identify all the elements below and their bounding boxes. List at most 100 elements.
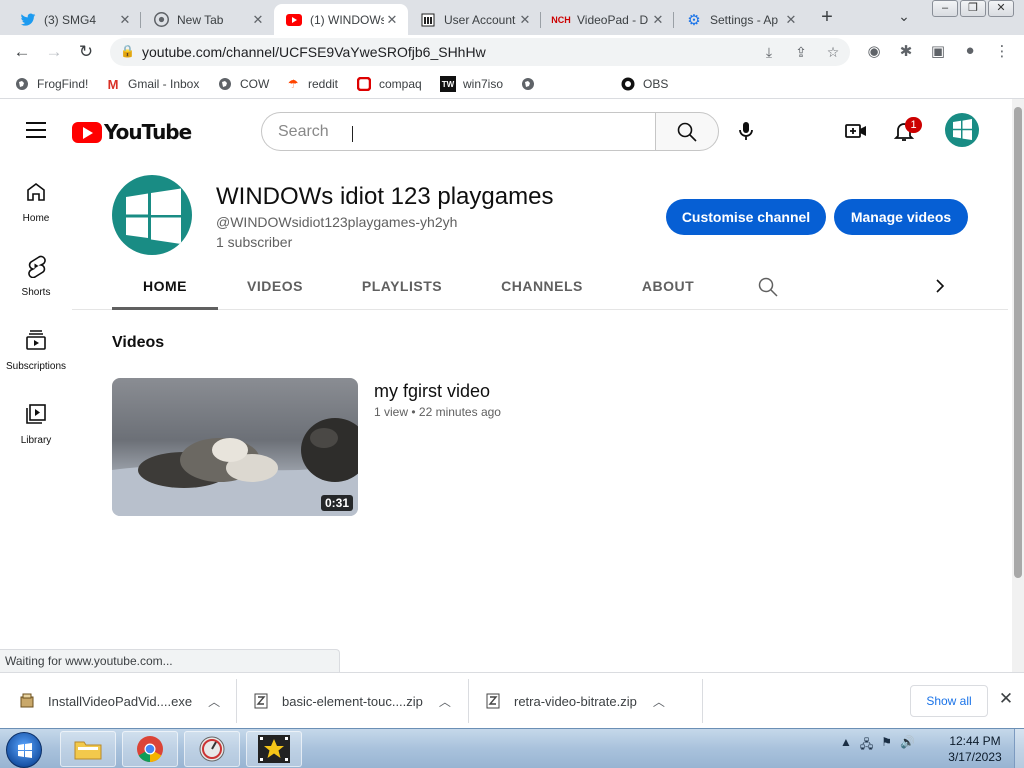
bookmark-label: OBS	[643, 77, 669, 91]
status-bubble: Waiting for www.youtube.com...	[0, 649, 340, 672]
close-icon[interactable]: ✕	[783, 12, 799, 28]
bookmark-obs[interactable]: OBS	[620, 76, 668, 92]
meta-dot: •	[411, 405, 419, 419]
guide-item-shorts[interactable]: Shorts	[0, 254, 72, 298]
download-item[interactable]: basic-element-touc....zip ︿	[252, 679, 451, 723]
tab-playlists[interactable]: PLAYLISTS	[350, 262, 454, 310]
channel-tabs: HOME VIDEOS PLAYLISTS CHANNELS ABOUT	[72, 262, 1008, 310]
bookmark-item[interactable]	[520, 76, 543, 92]
address-bar[interactable]: 🔒 youtube.com/channel/UCFSE9VaYweSROfjb6…	[110, 38, 850, 66]
chrome-taskbar-button[interactable]	[122, 731, 178, 767]
page-scrollbar[interactable]	[1012, 99, 1024, 672]
create-video-icon[interactable]	[844, 119, 868, 143]
close-icon[interactable]: ✕	[384, 12, 400, 28]
download-item[interactable]: InstallVideoPadVid....exe ︿	[18, 679, 220, 723]
extension-icon[interactable]: ◉	[864, 42, 884, 62]
chrome-icon	[137, 736, 163, 763]
library-icon	[26, 404, 46, 424]
show-desktop-button[interactable]	[1014, 729, 1024, 768]
channel-search-icon[interactable]	[758, 277, 778, 297]
reload-button[interactable]: ↻	[74, 40, 98, 64]
profile-icon[interactable]: ●	[960, 42, 980, 62]
hamburger-menu-icon[interactable]	[26, 122, 46, 138]
close-icon[interactable]: ✕	[650, 12, 666, 28]
guide-label: Shorts	[21, 287, 51, 298]
url-text: youtube.com/channel/UCFSE9VaYweSROfjb6_S…	[142, 44, 486, 60]
twitter-icon	[20, 12, 36, 28]
browser-tab[interactable]: User Account ✕	[408, 4, 541, 35]
browser-tab-active[interactable]: (1) WINDOWs ✕	[274, 4, 408, 35]
microphone-icon[interactable]	[734, 119, 758, 143]
guide-item-library[interactable]: Library	[0, 402, 72, 446]
bookmark-reddit[interactable]: ☂ reddit	[285, 76, 338, 92]
videopad-taskbar-button[interactable]	[246, 731, 302, 767]
bookmark-compaq[interactable]: compaq	[356, 76, 422, 92]
explorer-taskbar-button[interactable]	[60, 731, 116, 767]
avatar[interactable]	[945, 113, 979, 147]
taskbar-clock[interactable]: 12:44 PM 3/17/2023	[940, 733, 1010, 765]
close-icon[interactable]: ✕	[996, 689, 1016, 709]
download-shelf: InstallVideoPadVid....exe ︿ basic-elemen…	[0, 672, 1024, 728]
browser-tab[interactable]: New Tab ✕	[141, 4, 274, 35]
close-icon[interactable]: ✕	[250, 12, 266, 28]
chevron-down-icon[interactable]: ⌄	[894, 8, 914, 28]
shorts-icon	[28, 255, 46, 279]
minimize-button[interactable]: –	[932, 0, 958, 17]
video-title[interactable]: my fgirst video	[374, 381, 490, 402]
close-window-button[interactable]: ✕	[988, 0, 1014, 17]
puzzle-icon[interactable]: ✱	[896, 42, 916, 62]
bookmark-star-icon[interactable]: ☆	[824, 44, 842, 62]
scrollbar-thumb[interactable]	[1014, 107, 1022, 578]
folder-icon	[74, 741, 102, 760]
tab-videos[interactable]: VIDEOS	[228, 262, 322, 310]
install-app-icon[interactable]: ⤓	[760, 44, 778, 62]
maximize-button[interactable]: ❐	[960, 0, 986, 17]
chevron-up-icon[interactable]: ︿	[208, 693, 220, 710]
close-icon[interactable]: ✕	[517, 12, 533, 28]
bookmark-frogfind[interactable]: FrogFind!	[14, 76, 88, 92]
chevron-right-icon[interactable]	[932, 278, 948, 294]
bookmark-gmail[interactable]: M Gmail - Inbox	[105, 76, 200, 92]
manage-videos-button[interactable]: Manage videos	[834, 199, 968, 235]
tab-about[interactable]: ABOUT	[628, 262, 708, 310]
clock-time: 12:44 PM	[949, 734, 1001, 748]
browser-tab[interactable]: ⚙ Settings - Ap ✕	[674, 4, 807, 35]
network-icon[interactable]: 🖧	[860, 735, 873, 756]
bookmark-win7iso[interactable]: TW win7iso	[440, 76, 503, 92]
youtube-logo[interactable]: YouTube	[72, 120, 192, 144]
new-tab-button[interactable]: +	[814, 5, 840, 31]
guide-item-subscriptions[interactable]: Subscriptions	[0, 328, 72, 372]
search-button[interactable]	[655, 112, 719, 151]
customise-channel-button[interactable]: Customise channel	[666, 199, 826, 235]
youtube-play-icon	[72, 121, 102, 143]
show-all-button[interactable]: Show all	[910, 685, 988, 717]
search-icon	[677, 122, 697, 142]
volume-icon[interactable]: 🔊	[900, 735, 915, 756]
forward-button[interactable]: →	[42, 40, 66, 64]
start-button[interactable]	[6, 732, 42, 768]
guide-item-home[interactable]: Home	[0, 180, 72, 224]
video-thumbnail[interactable]: 0:31	[112, 378, 358, 516]
browser-tab[interactable]: (3) SMG4 ✕	[8, 4, 141, 35]
side-panel-icon[interactable]: ▣	[928, 42, 948, 62]
chevron-up-icon[interactable]: ▲	[840, 735, 852, 756]
tab-home[interactable]: HOME	[112, 262, 218, 310]
chevron-up-icon[interactable]: ︿	[439, 693, 451, 710]
chevron-up-icon[interactable]: ︿	[653, 693, 665, 710]
app-taskbar-button[interactable]	[184, 731, 240, 767]
section-title: Videos	[112, 334, 165, 351]
browser-tab[interactable]: NCH VideoPad - D ✕	[541, 4, 674, 35]
bookmark-cow[interactable]: COW	[217, 76, 269, 92]
menu-icon[interactable]: ⋮	[992, 42, 1012, 62]
close-icon[interactable]: ✕	[117, 12, 133, 28]
subscriber-count: 1 subscriber	[216, 234, 293, 250]
nch-icon: NCH	[551, 14, 571, 25]
guide-label: Library	[20, 435, 52, 446]
tab-title: VideoPad - D	[577, 12, 649, 27]
share-icon[interactable]: ⇪	[792, 44, 810, 62]
tab-channels[interactable]: CHANNELS	[488, 262, 596, 310]
search-input[interactable]: Search	[261, 112, 656, 151]
download-item[interactable]: retra-video-bitrate.zip ︿	[484, 679, 665, 723]
action-center-icon[interactable]: ⚑	[881, 735, 892, 756]
back-button[interactable]: ←	[10, 40, 34, 64]
